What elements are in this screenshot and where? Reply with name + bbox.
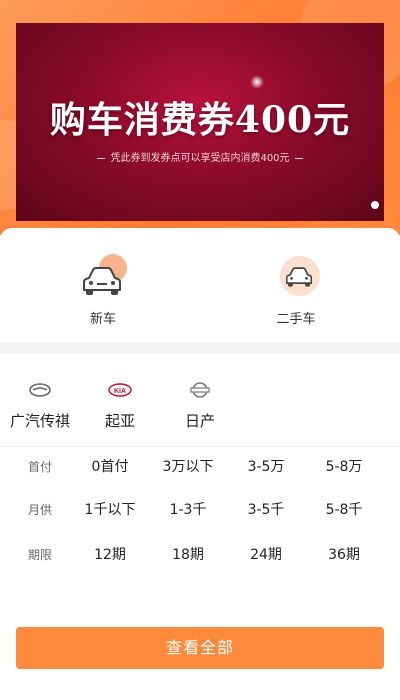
filter-option[interactable]: 0首付 <box>70 456 150 476</box>
filter-row-monthly-payment: 月供 1千以下 1-3千 3-5千 5-8千 <box>0 498 400 522</box>
svg-text:KIA: KIA <box>114 388 126 395</box>
divider <box>0 446 400 447</box>
filter-option[interactable]: 18期 <box>148 544 228 564</box>
brand-label: 日产 <box>184 412 215 430</box>
filter-row-term: 期限 12期 18期 24期 36期 <box>0 543 400 567</box>
category-label: 新车 <box>89 312 116 327</box>
filter-option[interactable]: 1-3千 <box>148 499 228 519</box>
filter-option[interactable]: 5-8千 <box>304 499 384 519</box>
sparkle-icon <box>250 75 264 89</box>
brand-label: 广汽传祺 <box>9 412 70 430</box>
brand-nissan[interactable]: 日产 <box>160 382 240 431</box>
filter-option[interactable]: 1千以下 <box>70 499 150 519</box>
brand-label: 起亚 <box>104 412 135 430</box>
filter-key: 月供 <box>27 503 52 517</box>
category-new-car[interactable]: 新车 <box>58 254 148 327</box>
category-card: 新车 二手车 <box>0 228 400 342</box>
promo-banner[interactable]: 购车消费券400元 凭此券到发券点可以享受店内消费400元 <box>16 23 384 221</box>
filter-option[interactable]: 3-5千 <box>226 499 306 519</box>
filter-option[interactable]: 3万以下 <box>148 456 228 476</box>
nissan-logo-icon <box>160 382 240 398</box>
brand-trumpchi[interactable]: 广汽传祺 <box>0 382 80 431</box>
kia-logo-icon: KIA <box>80 382 160 398</box>
filter-key: 期限 <box>27 548 52 562</box>
filter-option[interactable]: 5-8万 <box>304 456 384 476</box>
carousel-indicator[interactable] <box>371 201 379 209</box>
filter-option[interactable]: 36期 <box>304 544 384 564</box>
header-background: 购车消费券400元 凭此券到发券点可以享受店内消费400元 <box>0 0 400 235</box>
filter-option[interactable]: 3-5万 <box>226 456 306 476</box>
trumpchi-logo-icon <box>0 382 80 398</box>
filter-option[interactable]: 24期 <box>226 544 306 564</box>
category-label: 二手车 <box>276 312 316 327</box>
brand-kia[interactable]: KIA 起亚 <box>80 382 160 431</box>
filter-row-down-payment: 首付 0首付 3万以下 3-5万 5-8万 <box>0 455 400 479</box>
new-car-icon <box>81 254 127 300</box>
filter-key: 首付 <box>27 460 52 474</box>
category-used-car[interactable]: 二手车 <box>251 256 341 327</box>
used-car-icon <box>274 256 320 300</box>
banner-title: 购车消费券400元 <box>49 99 351 141</box>
view-all-button[interactable]: 查看全部 <box>16 627 384 669</box>
filter-option[interactable]: 12期 <box>70 544 150 564</box>
banner-subtitle: 凭此券到发券点可以享受店内消费400元 <box>16 149 384 164</box>
